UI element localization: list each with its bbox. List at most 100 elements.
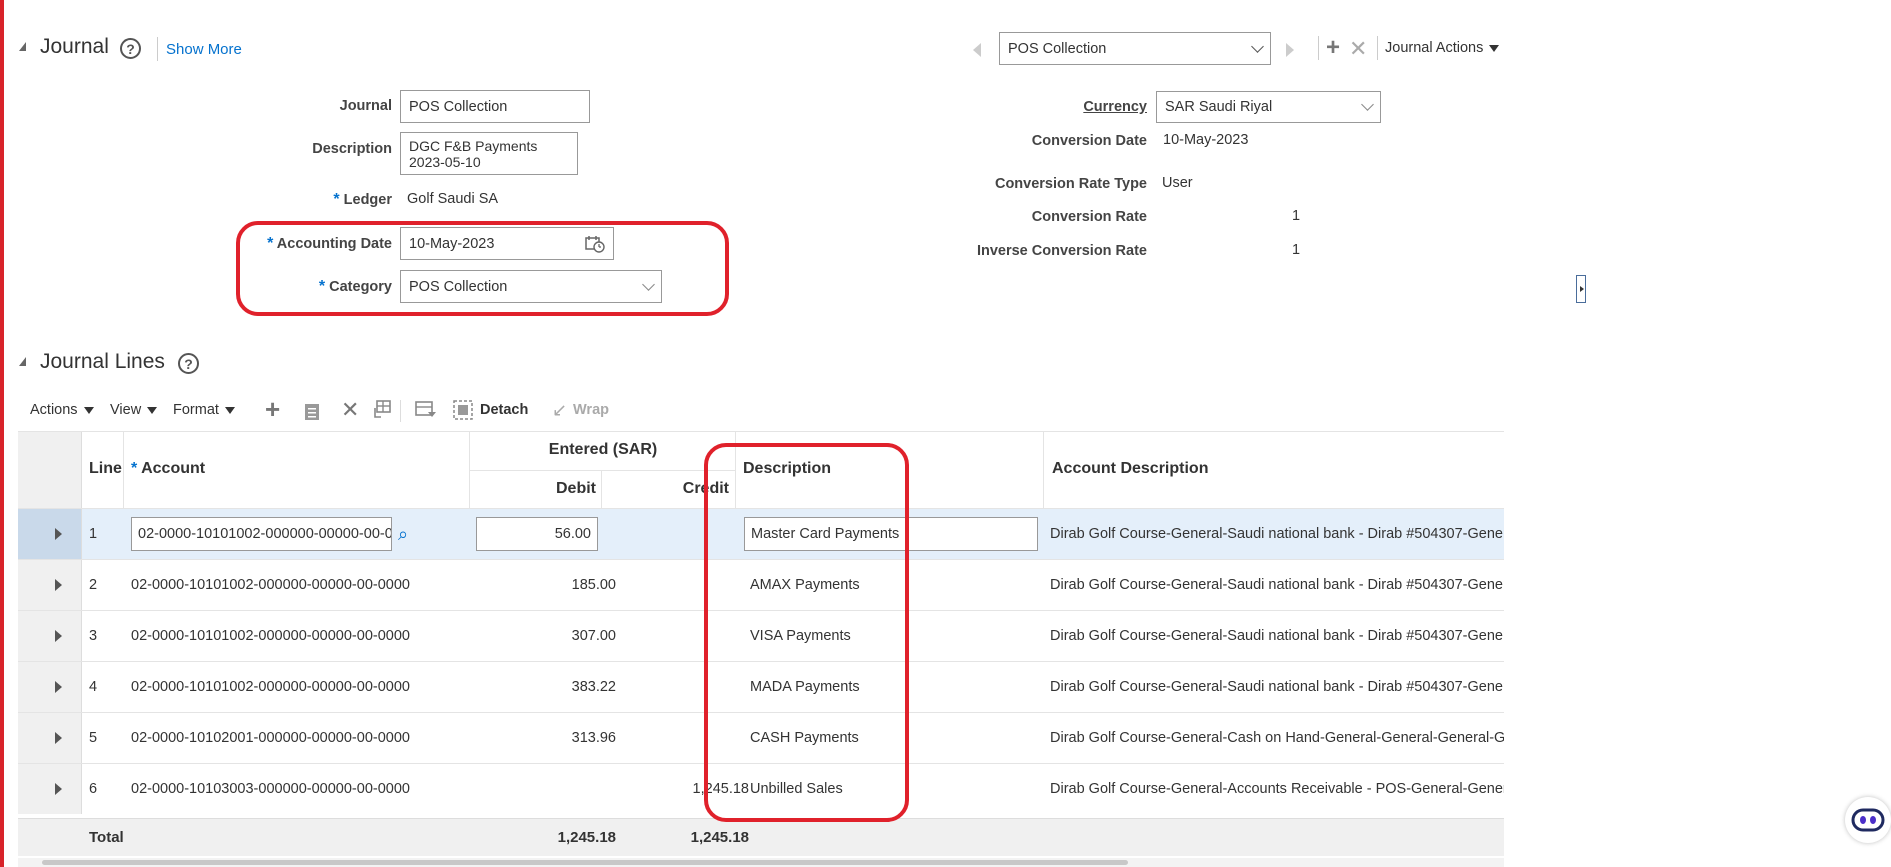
- conversion-date-value: 10-May-2023: [1163, 132, 1249, 148]
- description-label: Description: [312, 141, 392, 157]
- column-header-entered: Entered (SAR): [548, 441, 658, 458]
- currency-value: SAR Saudi Riyal: [1165, 99, 1273, 115]
- actions-menu[interactable]: Actions: [30, 402, 94, 418]
- expand-row-icon[interactable]: [55, 783, 62, 795]
- total-row: Total 1,245.18 1,245.18: [18, 818, 1504, 856]
- account-description-value: Dirab Golf Course-General-Accounts Recei…: [1050, 781, 1504, 797]
- add-icon[interactable]: +: [1326, 36, 1340, 60]
- row-gutter[interactable]: [18, 662, 82, 712]
- caret-down-icon: [224, 406, 235, 414]
- journal-actions-menu[interactable]: Journal Actions: [1385, 40, 1500, 56]
- required-mark: *: [131, 460, 138, 477]
- column-header-account-description[interactable]: Account Description: [1052, 460, 1208, 478]
- journal-nav-select[interactable]: POS Collection: [999, 32, 1271, 65]
- divider: [400, 400, 401, 422]
- row-gutter[interactable]: [18, 509, 82, 559]
- chatbot-button[interactable]: [1845, 797, 1891, 843]
- caret-down-icon: [83, 406, 94, 414]
- annotation-highlight-description-column: [704, 443, 909, 822]
- collapse-lines-icon[interactable]: [19, 357, 26, 366]
- column-header-account[interactable]: * Account: [131, 460, 205, 478]
- account-value: 02-0000-10101002-000000-00000-00-0000: [131, 577, 410, 593]
- freeze-icon[interactable]: [415, 400, 437, 420]
- line-number: 5: [89, 730, 98, 746]
- account-input[interactable]: 02-0000-10101002-000000-00000-00-0000: [131, 517, 392, 551]
- horizontal-scrollbar[interactable]: [18, 858, 1504, 867]
- col-divider: [601, 470, 602, 509]
- delete-row-icon[interactable]: ✕: [341, 399, 359, 421]
- lines-help-icon[interactable]: ?: [178, 353, 199, 374]
- inverse-conversion-rate-value: 1: [1292, 242, 1301, 258]
- col-divider: [123, 432, 124, 509]
- line-number: 4: [89, 679, 98, 695]
- account-description-value: Dirab Golf Course-General-Saudi national…: [1050, 526, 1504, 542]
- conversion-rate-value: 1: [1292, 208, 1301, 224]
- inverse-conversion-rate-label: Inverse Conversion Rate: [976, 243, 1147, 259]
- column-header-debit[interactable]: Debit: [470, 480, 596, 498]
- description-textarea[interactable]: DGC F&B Payments 2023-05-10: [400, 132, 578, 175]
- scrollbar-thumb[interactable]: [42, 860, 1128, 865]
- view-menu[interactable]: View: [110, 402, 158, 418]
- collapse-journal-icon[interactable]: [19, 42, 26, 51]
- journal-name-input[interactable]: POS Collection: [400, 90, 590, 123]
- next-icon[interactable]: [1286, 43, 1294, 57]
- ledger-value: Golf Saudi SA: [407, 191, 499, 207]
- chevron-down-icon: [1251, 39, 1264, 53]
- add-row-icon[interactable]: +: [265, 396, 280, 422]
- conversion-rate-type-label: Conversion Rate Type: [994, 176, 1147, 192]
- expand-row-icon[interactable]: [55, 579, 62, 591]
- left-accent-bar: [0, 0, 4, 867]
- conversion-rate-type-value: User: [1162, 175, 1193, 191]
- chatbot-icon: [1851, 808, 1885, 832]
- line-number: 2: [89, 577, 98, 593]
- account-description-value: Dirab Golf Course-General-Cash on Hand-G…: [1050, 730, 1504, 746]
- wrap-button[interactable]: Wrap: [573, 402, 609, 418]
- row-gutter[interactable]: [18, 611, 82, 661]
- conversion-date-label: Conversion Date: [1031, 133, 1147, 149]
- format-label: Format: [173, 402, 219, 418]
- expand-row-icon[interactable]: [55, 630, 62, 642]
- divider: [157, 37, 158, 61]
- line-number: 3: [89, 628, 98, 644]
- row-divider: [469, 470, 736, 471]
- total-label: Total: [89, 829, 124, 846]
- row-gutter[interactable]: [18, 713, 82, 763]
- header-gutter: [18, 432, 82, 509]
- account-value: 02-0000-10101002-000000-00000-00-0000: [131, 679, 410, 695]
- delete-icon[interactable]: ✕: [1349, 37, 1367, 61]
- row-gutter[interactable]: [18, 560, 82, 610]
- account-lookup-icon[interactable]: ⌕: [398, 524, 408, 545]
- row-gutter[interactable]: [18, 764, 82, 814]
- account-description-value: Dirab Golf Course-General-Saudi national…: [1050, 679, 1504, 695]
- caret-down-icon: [1489, 44, 1500, 52]
- journal-section-title: Journal: [40, 35, 109, 58]
- account-value: 02-0000-10102001-000000-00000-00-0000: [131, 730, 410, 746]
- ledger-label-text: Ledger: [343, 192, 392, 208]
- journal-help-icon[interactable]: ?: [120, 38, 141, 59]
- conversion-rate-label: Conversion Rate: [1031, 209, 1147, 225]
- format-menu[interactable]: Format: [173, 402, 235, 418]
- split-icon[interactable]: [372, 400, 392, 420]
- expand-icon: [1580, 286, 1584, 292]
- side-panel-handle[interactable]: [1576, 275, 1586, 303]
- column-header-line[interactable]: Line: [89, 460, 122, 478]
- duplicate-row-icon[interactable]: [303, 401, 321, 421]
- detach-button[interactable]: Detach: [480, 402, 528, 418]
- debit-input[interactable]: 56.00: [476, 517, 598, 551]
- chevron-down-icon: [1361, 98, 1374, 111]
- account-value: 02-0000-10103003-000000-00000-00-0000: [131, 781, 410, 797]
- expand-row-icon[interactable]: [55, 681, 62, 693]
- show-more-link[interactable]: Show More: [166, 41, 242, 58]
- currency-label[interactable]: Currency: [1000, 99, 1147, 115]
- col-divider: [1043, 432, 1044, 509]
- journal-actions-label: Journal Actions: [1385, 40, 1484, 56]
- line-number: 1: [89, 526, 98, 542]
- expand-row-icon[interactable]: [55, 528, 62, 540]
- divider: [1377, 36, 1378, 60]
- detach-icon[interactable]: [453, 400, 473, 420]
- previous-icon[interactable]: [973, 43, 981, 57]
- expand-row-icon[interactable]: [55, 732, 62, 744]
- currency-select[interactable]: SAR Saudi Riyal: [1156, 91, 1381, 123]
- debit-value: [468, 764, 616, 814]
- wrap-icon[interactable]: ↙: [552, 400, 567, 421]
